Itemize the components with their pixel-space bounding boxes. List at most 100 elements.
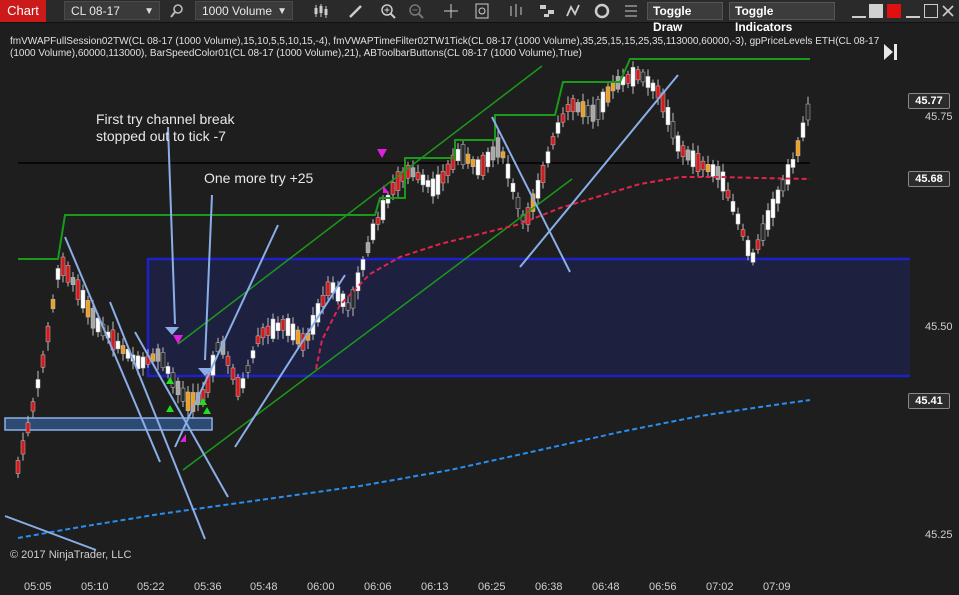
x-tick-label: 07:09 [763, 581, 791, 593]
candle-body [760, 223, 766, 241]
support-zone-box [4, 417, 213, 431]
indicator-icon[interactable] [565, 2, 583, 20]
x-tick-label: 05:10 [81, 581, 109, 593]
candle-body [735, 213, 741, 225]
restore-icon[interactable] [869, 4, 883, 18]
candle-body [595, 99, 601, 120]
candle-body [560, 113, 566, 123]
candle-body [570, 98, 576, 113]
candle-body [605, 86, 611, 103]
candle-body [380, 200, 386, 221]
search-icon[interactable] [168, 2, 186, 20]
candle-body [420, 174, 426, 186]
candle-body [685, 149, 691, 161]
candle-body [90, 307, 96, 329]
annotation-note-2: One more try +25 [204, 170, 314, 186]
refresh-icon[interactable] [593, 2, 611, 20]
x-tick-label: 06:06 [364, 581, 392, 593]
candle-body [610, 82, 616, 92]
instrument-selector[interactable]: CL 08-17 ▼ [64, 1, 160, 20]
pencil-icon[interactable] [347, 2, 365, 20]
candle-body [120, 345, 126, 354]
candle-body [370, 223, 376, 241]
minimize-icon[interactable] [906, 4, 920, 18]
chevron-down-icon: ▼ [277, 6, 287, 17]
x-tick-label: 06:56 [649, 581, 677, 593]
candle-body [185, 391, 191, 411]
bar-chart-icon[interactable] [507, 2, 525, 20]
candle-body [30, 401, 36, 412]
zoom-in-icon[interactable] [379, 2, 397, 20]
candle-body [805, 103, 811, 121]
candle-body [490, 146, 496, 161]
candle-body [35, 379, 41, 389]
candle-body [165, 366, 171, 374]
toggle-indicators-button[interactable]: Toggle Indicators [729, 2, 835, 34]
close-icon[interactable] [941, 4, 955, 18]
data-box-icon[interactable] [473, 2, 491, 20]
candle-body [510, 182, 516, 192]
candle-body [680, 145, 686, 157]
candle-body [740, 229, 746, 237]
chevron-down-icon: ▼ [144, 6, 154, 17]
zoom-out-icon[interactable] [407, 2, 425, 20]
candle-body [410, 167, 416, 178]
properties-icon[interactable] [622, 2, 640, 20]
green-arrow-up-icon [166, 405, 174, 412]
candle-body [505, 163, 511, 179]
candle-body [155, 348, 161, 362]
candle-body [500, 151, 506, 159]
candle-body [460, 144, 466, 165]
candle-body [20, 440, 26, 455]
candle-body [700, 160, 706, 171]
toggle-draw-button[interactable]: Toggle Draw [647, 2, 723, 34]
candle-body [725, 189, 731, 199]
candle-body [225, 355, 231, 366]
annotation-line: stopped out to tick -7 [96, 128, 226, 144]
minimize-to-tray-icon[interactable] [852, 4, 866, 18]
candle-body [435, 174, 441, 195]
candle-body [670, 121, 676, 139]
candle-body [160, 352, 166, 368]
price-chart[interactable] [0, 22, 910, 572]
x-tick-label: 06:38 [535, 581, 563, 593]
candle-body [790, 159, 796, 168]
candle-body [360, 259, 366, 271]
strategy-icon[interactable] [538, 2, 556, 20]
x-tick-label: 06:48 [592, 581, 620, 593]
indicator-header: fmVWAPFullSession02TW(CL 08-17 (1000 Vol… [10, 36, 880, 59]
candle-body [295, 329, 301, 345]
candlestick-style-icon[interactable] [312, 2, 330, 20]
candle-body [665, 106, 671, 126]
candle-body [755, 239, 761, 250]
candle-body [635, 69, 641, 81]
candle-body [85, 300, 91, 318]
candle-body [25, 422, 31, 434]
link-color-icon[interactable] [887, 4, 901, 18]
candle-body [230, 367, 236, 380]
chart-tab[interactable]: Chart [0, 0, 46, 22]
candle-body [580, 101, 586, 118]
candle-body [270, 318, 276, 339]
candle-body [625, 74, 631, 84]
candle-body [445, 163, 451, 176]
candle-body [140, 356, 146, 369]
bar-type-value: 1000 Volume [202, 4, 273, 18]
crosshair-icon[interactable] [442, 2, 460, 20]
candle-body [65, 265, 71, 283]
candle-body [720, 171, 726, 192]
candle-body [695, 153, 701, 172]
x-tick-label: 05:05 [24, 581, 52, 593]
green-arrow-up-icon [203, 407, 211, 414]
candle-body [255, 335, 261, 344]
candle-body [415, 172, 421, 181]
candle-body [480, 154, 486, 176]
candle-body [350, 289, 356, 309]
y-tick-label: 45.50 [925, 321, 953, 333]
trendline [491, 116, 571, 273]
candle-body [770, 198, 776, 218]
candle-body [240, 378, 246, 389]
magenta-arrow-down-icon [377, 149, 387, 158]
bar-type-selector[interactable]: 1000 Volume ▼ [195, 1, 293, 20]
maximize-icon[interactable] [924, 4, 938, 18]
